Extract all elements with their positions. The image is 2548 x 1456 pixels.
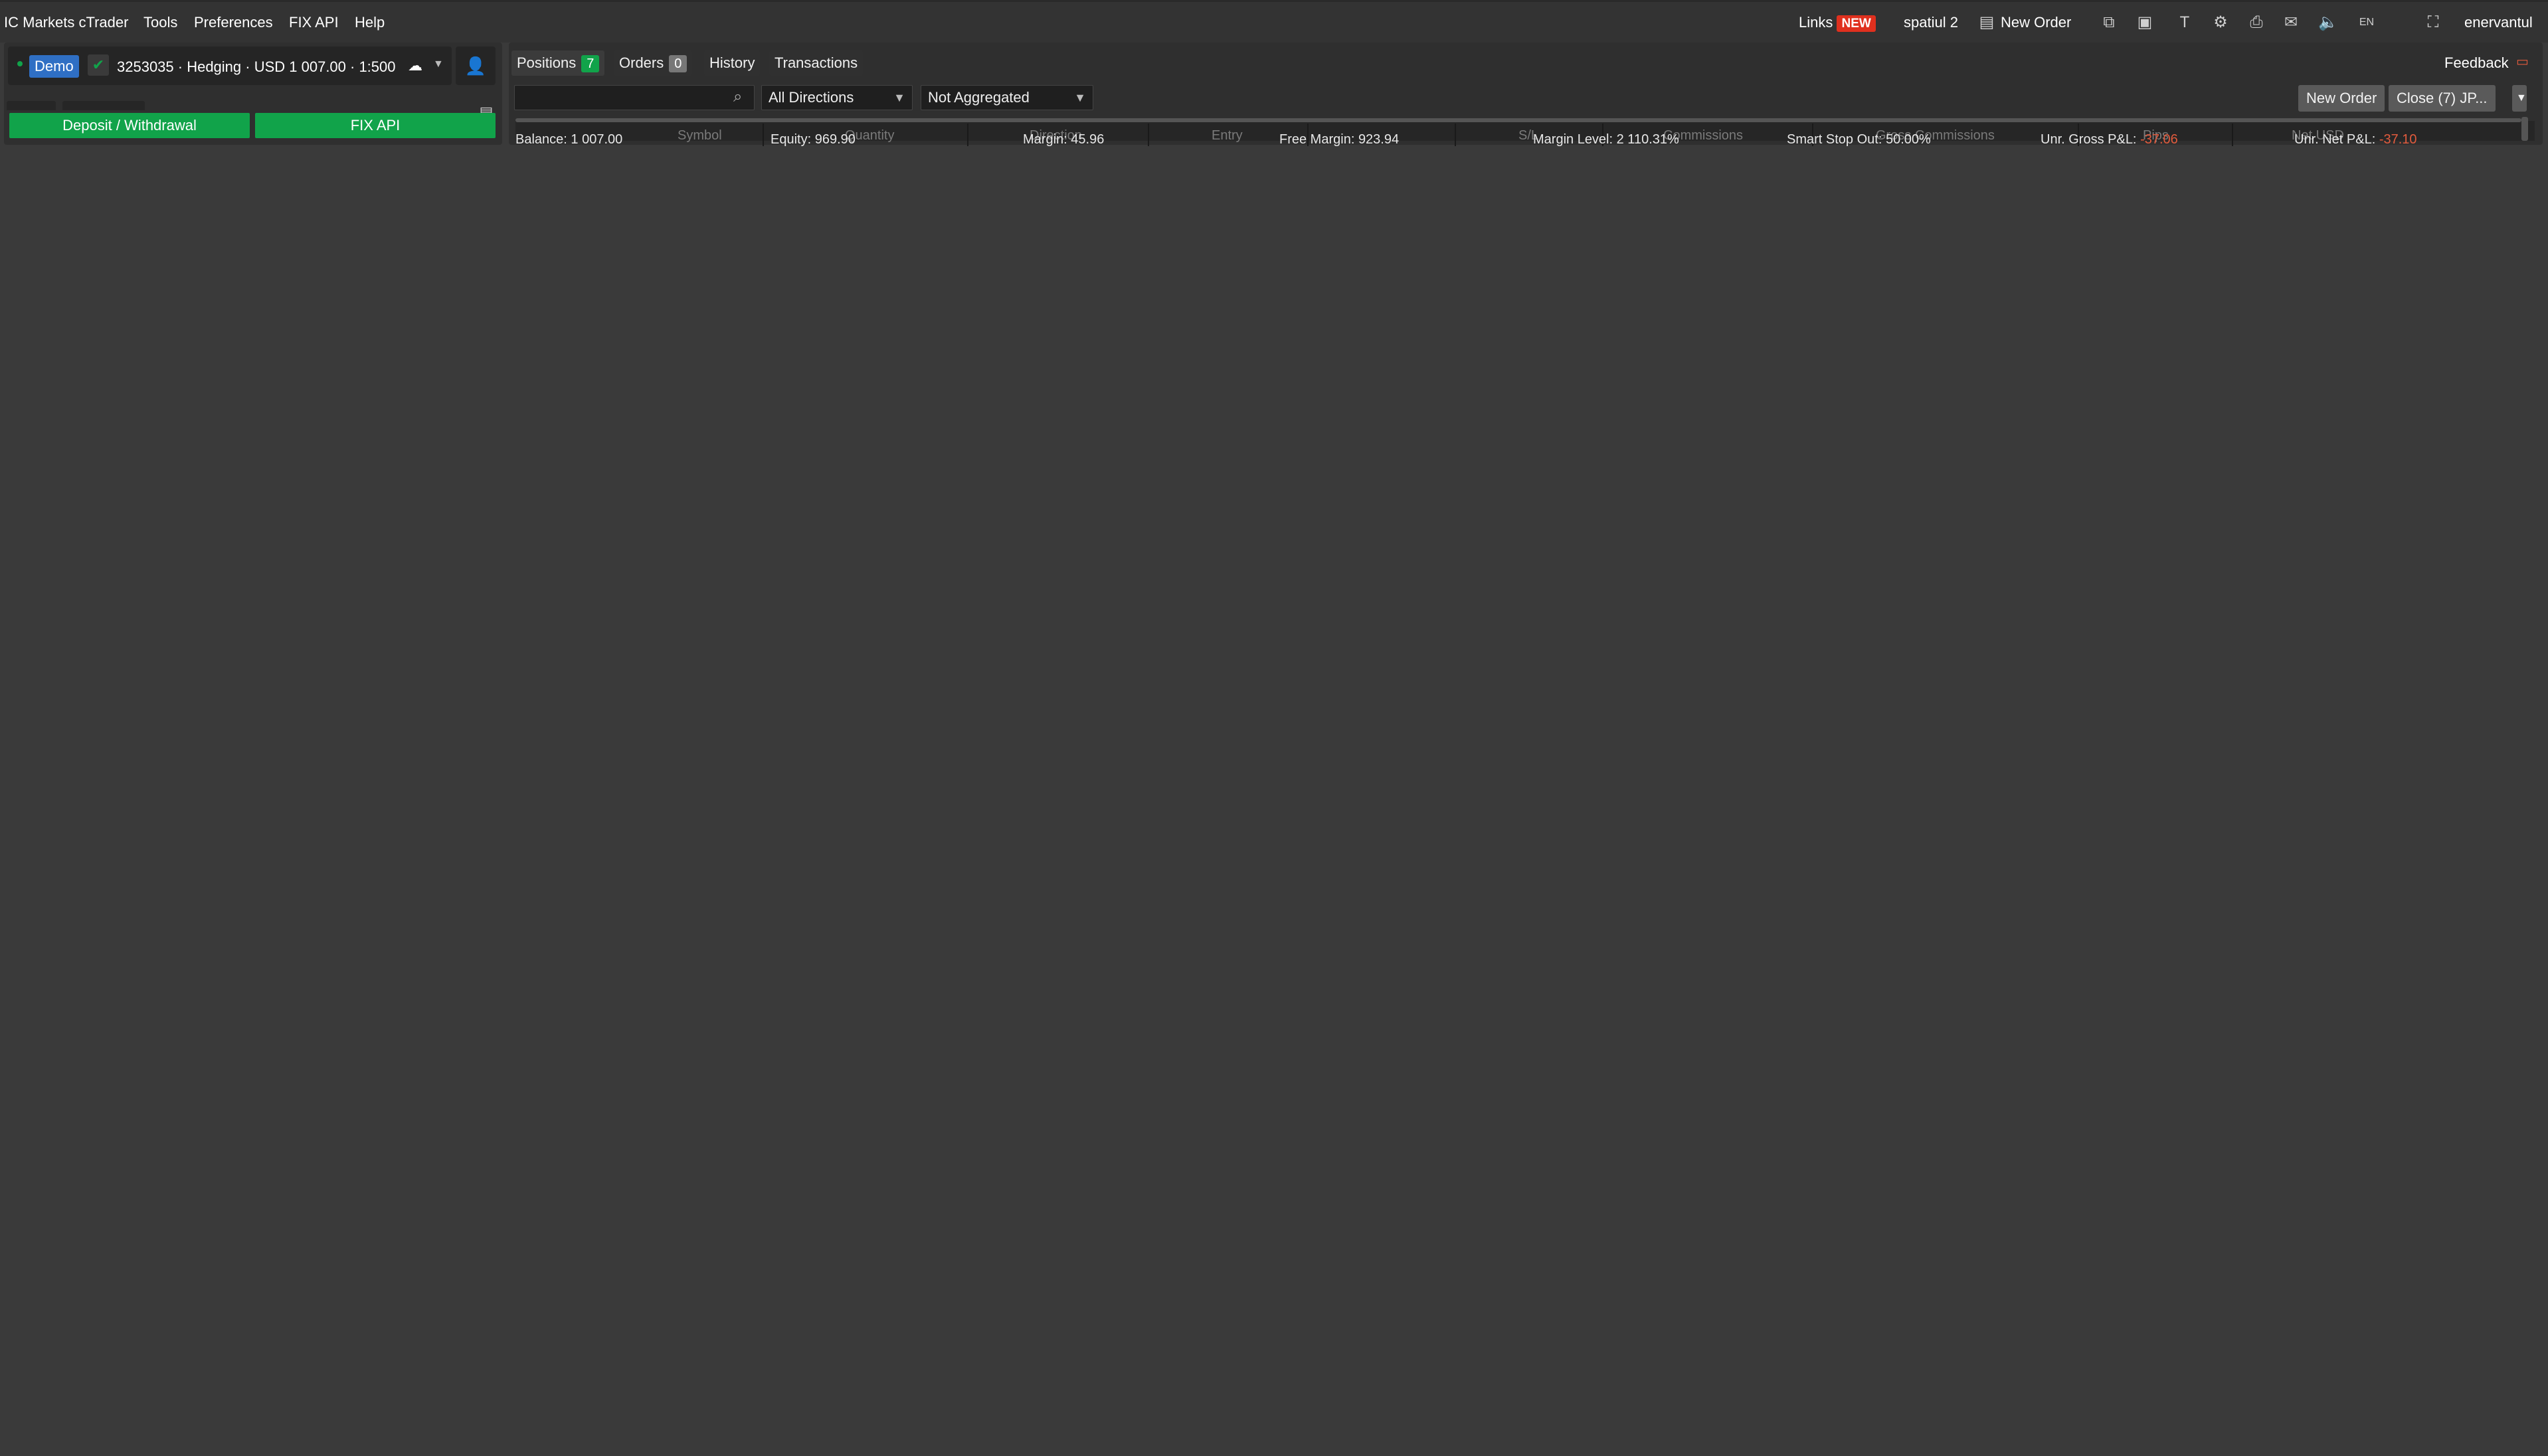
balance-label: Balance: (515, 132, 567, 147)
order-ticket-icon: ▤ (1979, 13, 1995, 31)
feedback-link[interactable]: Feedback (2444, 54, 2509, 72)
workspace-selector[interactable]: spatiul 2 (1904, 14, 1958, 31)
positions-count-badge: 7 (581, 55, 600, 72)
new-badge: NEW (1837, 15, 1876, 32)
menu-fix-api[interactable]: FIX API (289, 14, 339, 31)
mail-icon[interactable]: ✉ (2281, 13, 2301, 33)
unr-gross-label: Unr. Gross P&L: (2041, 132, 2137, 147)
chevron-down-icon: ▼ (893, 91, 905, 104)
unr-gross-value: -37.06 (2140, 132, 2178, 147)
aggregation-select[interactable]: Not Aggregated ▼ (921, 85, 1093, 110)
margin-value: 45.96 (1071, 132, 1105, 147)
tab-orders[interactable]: Orders 0 (614, 50, 693, 76)
tab-positions-label: Positions (517, 54, 577, 71)
margin-level-value: 2 110.31% (1616, 132, 1679, 147)
margin-summary: Margin: 45.96 (1023, 132, 1104, 147)
windows-icon[interactable]: ⧉ (2099, 13, 2119, 33)
equity-value: 969.90 (814, 132, 856, 147)
user-profile-icon[interactable]: 👤 (456, 46, 496, 85)
menu-preferences[interactable]: Preferences (194, 14, 273, 31)
menu-help[interactable]: Help (355, 14, 385, 31)
fix-api-button[interactable]: FIX API (255, 113, 496, 138)
column-divider (1148, 124, 1149, 146)
unr-net-value: -37.10 (2379, 132, 2417, 147)
direction-filter-value: All Directions (769, 89, 854, 106)
app-title: IC Markets cTrader (4, 14, 129, 31)
chevron-down-icon: ▼ (1074, 91, 1086, 104)
margin-label: Margin: (1023, 132, 1067, 147)
orders-count-badge: 0 (669, 55, 687, 72)
cloud-icon: ☁ (408, 57, 422, 74)
tab-placeholder (62, 101, 145, 110)
balance-summary: Balance: 1 007.00 (515, 132, 622, 147)
smart-stop-value: 50.00% (1885, 132, 1931, 147)
sound-icon[interactable]: 🔈 (2318, 13, 2338, 33)
video-icon[interactable]: ▣ (2135, 13, 2155, 33)
column-divider (967, 124, 968, 146)
account-summary: 3253035 · Hedging · USD 1 007.00 · 1:500 (117, 58, 396, 75)
margin-level-label: Margin Level: (1533, 132, 1613, 147)
unr-net-label: Unr. Net P&L: (2294, 132, 2376, 147)
tab-placeholder (7, 101, 56, 110)
username[interactable]: enervantul (2464, 14, 2533, 31)
smart-stop-out-summary: Smart Stop Out: 50.00% (1787, 132, 1931, 147)
close-menu-chevron-icon[interactable]: ▼ (2512, 85, 2527, 112)
new-order-button[interactable]: New Order (2298, 85, 2385, 112)
tab-orders-label: Orders (619, 54, 664, 71)
tab-transactions[interactable]: Transactions (769, 50, 864, 76)
fullscreen-icon[interactable]: ⛶ (2423, 13, 2443, 33)
settings-icon[interactable]: ⚙ (2211, 13, 2230, 33)
links-label: Links (1799, 14, 1833, 31)
demo-badge: Demo (29, 55, 79, 78)
workspace-area (0, 146, 2548, 1456)
deposit-withdrawal-button[interactable]: Deposit / Withdrawal (9, 113, 250, 138)
chat-icon: ▭ (2516, 54, 2529, 69)
balance-value: 1 007.00 (571, 132, 623, 147)
tab-history[interactable]: History (704, 50, 761, 76)
direction-filter[interactable]: All Directions ▼ (761, 85, 913, 110)
free-margin-label: Free Margin: (1279, 132, 1355, 147)
search-icon: ⌕ (733, 88, 743, 106)
smart-stop-label: Smart Stop Out: (1787, 132, 1882, 147)
language-icon[interactable]: EN (2357, 13, 2377, 33)
free-margin-summary: Free Margin: 923.94 (1279, 132, 1399, 147)
tab-positions[interactable]: Positions 7 (511, 50, 605, 76)
margin-level-summary: Margin Level: 2 110.31% (1533, 132, 1679, 147)
menu-tools[interactable]: Tools (143, 14, 177, 31)
links-menu[interactable]: Links NEW (1799, 14, 1876, 32)
equity-label: Equity: (771, 132, 812, 147)
unr-gross-pnl-summary: Unr. Gross P&L: -37.06 (2041, 132, 2178, 147)
aggregation-value: Not Aggregated (928, 89, 1030, 106)
close-positions-button[interactable]: Close (7) JP... (2389, 85, 2496, 112)
search-input[interactable] (514, 85, 755, 110)
menubar: IC Markets cTrader Tools Preferences FIX… (0, 0, 2548, 43)
unr-net-pnl-summary: Unr. Net P&L: -37.10 (2294, 132, 2417, 147)
column-entry[interactable]: Entry (1212, 128, 1243, 143)
chevron-down-icon[interactable]: ▼ (433, 58, 444, 70)
text-size-icon[interactable]: T (2175, 13, 2195, 33)
column-symbol[interactable]: Symbol (678, 128, 722, 143)
equity-summary: Equity: 969.90 (771, 132, 856, 147)
free-margin-value: 923.94 (1358, 132, 1400, 147)
horizontal-scrollbar[interactable] (515, 118, 2521, 122)
column-divider (763, 124, 764, 146)
print-icon[interactable]: ⎙ (2246, 13, 2266, 33)
status-dot-icon (17, 61, 23, 66)
column-divider (1455, 124, 1456, 146)
column-divider (2232, 124, 2233, 146)
new-order-menu[interactable]: New Order (2001, 14, 2071, 31)
check-icon: ✔ (88, 54, 109, 76)
vertical-scrollbar[interactable] (2521, 117, 2528, 141)
